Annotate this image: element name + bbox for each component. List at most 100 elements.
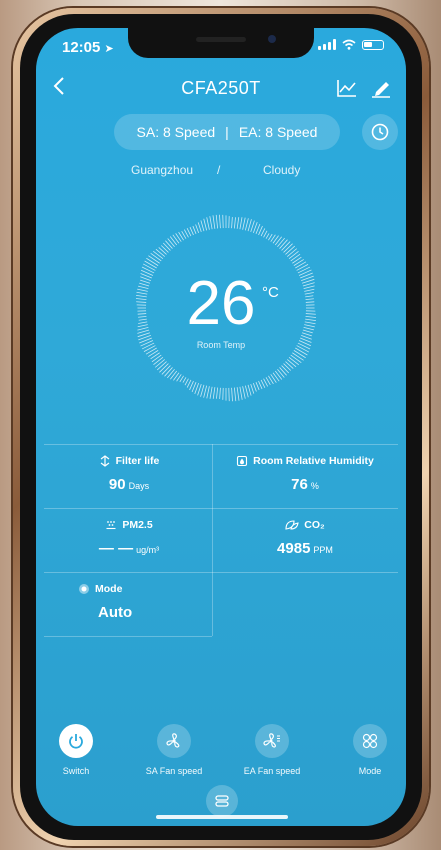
sa-speed-text: SA: 8 Speed [136,124,216,140]
line-chart-icon [337,80,356,97]
more-button[interactable] [206,785,238,817]
dial-tick [265,233,270,239]
filter-life-value: 90 Days [44,476,214,493]
grid-divider [44,572,398,573]
dial-tick [288,356,300,366]
dial-tick [281,365,290,374]
dial-tick [167,238,175,247]
dial-tick [287,359,297,368]
dial-tick [195,224,200,233]
dial-tick [160,245,169,253]
filter-life-number: 90 [108,476,126,493]
dial-tick [285,361,294,369]
switch-circle[interactable] [59,724,93,758]
humidity-number: 76 [291,476,308,493]
edit-button[interactable] [370,78,392,100]
switch-label: Switch [62,766,90,776]
dial-tick [209,386,213,399]
dial-tick [155,248,165,257]
ea-fan-speed-button[interactable]: EA Fan speed [232,724,312,776]
dial-tick [156,361,167,371]
dial-tick [206,386,210,399]
dial-tick [151,354,162,363]
dial-tick [186,379,192,388]
co2-unit: PPM [313,545,333,555]
dial-tick [258,380,263,390]
mode-button[interactable]: Mode [330,724,406,776]
pm25-value: — — ug/m³ [44,540,214,557]
app-screen: 12:05 ➤ CFA250T SA: 8 Speed | EA: 8 Spee… [36,28,406,826]
dial-tick [152,250,164,260]
dial-tick [293,350,306,359]
dial-tick [244,385,249,398]
dial-tick [283,363,292,371]
temperature-label: Room Temp [196,340,246,350]
switch-button[interactable]: Switch [36,724,116,776]
dial-tick [231,387,233,402]
mode-cell: Mode Auto [44,583,214,621]
dial-tick [203,218,208,231]
speaker [196,37,246,42]
dial-tick [292,352,304,361]
humidity-value: 76% [220,476,390,493]
ea-fan-circle[interactable] [255,724,289,758]
timer-button[interactable] [362,114,398,150]
dial-tick [236,217,240,229]
dial-tick [242,217,246,230]
dial-tick [165,240,173,249]
temperature-unit: °C [262,284,279,301]
speed-status-pill: SA: 8 Speed | EA: 8 Speed [114,114,340,150]
dial-tick [285,245,296,255]
dial-tick [200,220,205,232]
pm25-text: PM2.5 [122,519,153,531]
clock-icon [371,123,389,141]
sa-fan-speed-button[interactable]: SA Fan speed [134,724,214,776]
mode-circle[interactable] [353,724,387,758]
dial-tick [272,372,280,382]
dial-tick [239,386,243,400]
location-separator: / [217,163,221,177]
grid-divider [44,636,212,637]
dial-tick [161,365,171,375]
dial-tick [203,385,208,398]
sa-fan-speed-label: SA Fan speed [145,766,203,776]
humidity-text: Room Relative Humidity [253,455,374,467]
status-time-text: 12:05 [62,39,101,56]
humidity-icon [237,455,248,467]
dial-tick [247,384,252,396]
sa-fan-circle[interactable] [157,724,191,758]
location-arrow-icon: ➤ [104,43,114,55]
dial-tick [172,234,180,244]
dial-tick [260,379,266,388]
dial-tick [167,369,175,379]
dial-tick [186,228,192,237]
pm25-icon [106,521,116,530]
dial-tick [215,214,219,229]
status-icons [318,39,384,50]
pm25-cell: PM2.5 — — ug/m³ [44,519,214,557]
dial-tick [233,387,237,402]
dial-tick [219,387,221,399]
filter-life-text: Filter life [115,455,160,467]
dial-tick [236,387,240,401]
dial-tick [288,251,299,260]
battery-icon [362,39,384,50]
dial-tick [268,233,273,241]
dial-tick [293,259,304,266]
fan-exhaust-icon [263,733,280,748]
dial-tick [252,383,257,392]
dial-tick [169,236,178,246]
humidity-cell: Room Relative Humidity 76% [220,455,390,493]
dial-tick [158,247,167,255]
grid-divider [44,508,398,509]
camera [268,35,276,43]
dial-tick [247,219,252,232]
mode-button-label: Mode [358,766,382,776]
humidity-unit: % [310,481,319,491]
dial-tick [231,217,233,229]
dial-tick [283,243,293,253]
pm25-unit: ug/m³ [136,545,160,555]
dial-tick [292,256,302,264]
chart-button[interactable] [336,78,358,100]
dial-tick [144,260,157,269]
